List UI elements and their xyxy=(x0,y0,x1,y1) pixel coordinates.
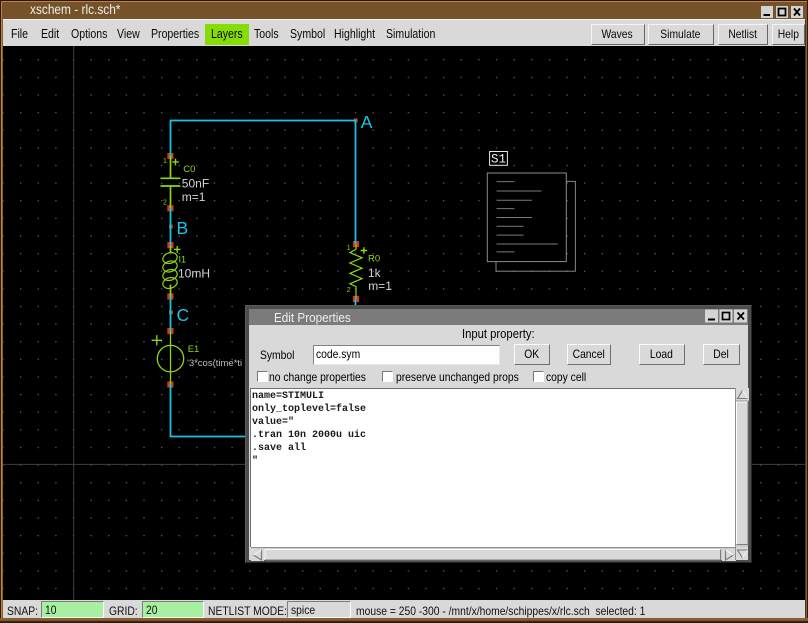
svg-text:1k: 1k xyxy=(368,266,382,280)
svg-text:m=1: m=1 xyxy=(182,190,206,204)
svg-text:l1: l1 xyxy=(179,255,186,266)
svg-text:S1: S1 xyxy=(491,153,506,167)
svg-text:50nF: 50nF xyxy=(182,177,209,191)
svg-text:2: 2 xyxy=(347,287,351,294)
svg-text:B: B xyxy=(177,218,189,238)
svg-text:1: 1 xyxy=(347,245,351,252)
svg-text:C0: C0 xyxy=(183,164,195,175)
svg-text:1: 1 xyxy=(163,158,167,165)
svg-text:A: A xyxy=(361,112,373,132)
svg-text:E1: E1 xyxy=(188,344,200,355)
svg-text:2: 2 xyxy=(163,199,167,206)
svg-text:C: C xyxy=(177,305,190,325)
svg-text:10mH: 10mH xyxy=(178,267,210,281)
svg-text:R0: R0 xyxy=(368,254,380,265)
svg-text:m=1: m=1 xyxy=(368,279,392,293)
svg-text:'3*cos(time*ti: '3*cos(time*ti xyxy=(187,358,242,369)
